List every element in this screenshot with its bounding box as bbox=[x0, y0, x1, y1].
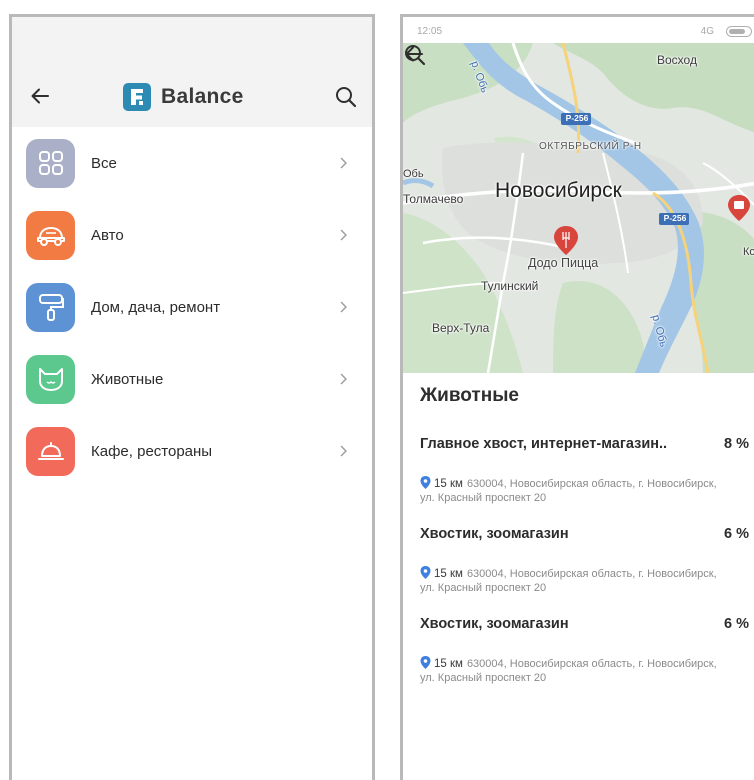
shop-percent: 6 % bbox=[724, 526, 749, 542]
chevron-right-icon bbox=[340, 301, 347, 313]
battery-icon bbox=[726, 26, 752, 37]
shop-percent: 8 % bbox=[724, 436, 749, 452]
brand-logo: Balance bbox=[123, 82, 244, 112]
shop-distance: 15 км bbox=[434, 568, 463, 580]
shop-location: 15 км 630004, Новосибирская область, г. Н… bbox=[420, 566, 720, 595]
shop-address: 630004, Новосибирская область, г. Новоси… bbox=[420, 658, 717, 684]
category-item-cafes[interactable]: Кафе, рестораны bbox=[12, 420, 372, 482]
map-label-oktyabrsky: ОКТЯБРЬСКИЙ Р-Н bbox=[539, 141, 642, 152]
shop-distance: 15 км bbox=[434, 478, 463, 490]
status-network: 4G bbox=[700, 26, 714, 37]
shop-location: 15 км 630004, Новосибирская область, г. Н… bbox=[420, 476, 720, 505]
map-label-ko: Ко bbox=[743, 246, 754, 258]
map-road-shield-top: Р-256 bbox=[565, 113, 589, 123]
brand-f-glyph-icon bbox=[131, 89, 143, 105]
shop-name: Хвостик, зоомагазин bbox=[420, 616, 569, 632]
chevron-right-icon bbox=[340, 373, 347, 385]
categories-screen: Balance Все Авто Дом, дача, ремонт Живот… bbox=[9, 14, 375, 780]
map-label-ob-left: Обь bbox=[403, 168, 424, 180]
status-bar: 12:05 4G bbox=[403, 17, 754, 43]
map-view[interactable]: Восход р. Обь Р-256 Р-256 ОКТЯБРЬСКИЙ Р-… bbox=[403, 43, 754, 373]
category-label: Животные bbox=[91, 370, 164, 388]
chevron-right-icon bbox=[340, 445, 347, 457]
brand-name: Balance bbox=[161, 85, 244, 108]
category-label: Авто bbox=[91, 226, 124, 244]
shop-name: Главное хвост, интернет-магазин.. bbox=[420, 436, 668, 452]
location-pin-icon bbox=[420, 656, 431, 669]
cloche-icon bbox=[26, 426, 75, 476]
grid-icon bbox=[26, 138, 75, 188]
location-pin-icon bbox=[420, 566, 431, 579]
shop-distance: 15 км bbox=[434, 658, 463, 670]
search-icon[interactable] bbox=[403, 43, 427, 67]
map-label-voskhod: Восход bbox=[657, 53, 697, 67]
chevron-right-icon bbox=[340, 229, 347, 241]
shop-location: 15 км 630004, Новосибирская область, г. Н… bbox=[420, 656, 720, 685]
map-label-tolmachevo: Толмачево bbox=[403, 192, 464, 206]
category-label: Кафе, рестораны bbox=[91, 442, 213, 460]
category-item-animals[interactable]: Животные bbox=[12, 348, 372, 410]
back-arrow-icon[interactable] bbox=[29, 85, 51, 107]
map-label-verkh-tula: Верх-Тула bbox=[432, 321, 490, 335]
location-pin-icon bbox=[420, 476, 431, 489]
app-header: Balance bbox=[12, 43, 372, 127]
category-item-auto[interactable]: Авто bbox=[12, 204, 372, 266]
brand-logo-mark bbox=[123, 83, 151, 111]
shop-address: 630004, Новосибирская область, г. Новоси… bbox=[420, 478, 717, 504]
map-road-shield-right: Р-256 bbox=[663, 213, 687, 223]
car-icon bbox=[26, 210, 75, 260]
cat-icon bbox=[26, 354, 75, 404]
map-label-dodo-pizza: Додо Пицца bbox=[528, 256, 599, 270]
map-label-tulinsky: Тулинский bbox=[481, 279, 539, 293]
paint-roller-icon bbox=[26, 282, 75, 332]
shop-percent: 6 % bbox=[724, 616, 749, 632]
category-item-all[interactable]: Все bbox=[12, 132, 372, 194]
section-title: Животные bbox=[420, 385, 519, 406]
status-bar bbox=[12, 17, 372, 43]
search-icon[interactable] bbox=[334, 85, 358, 109]
status-time: 12:05 bbox=[417, 26, 443, 37]
animals-map-screen: 12:05 4G Восход р. Обь Р-256 Р-256 ОКТЯБ… bbox=[400, 14, 754, 780]
shop-name: Хвостик, зоомагазин bbox=[420, 526, 569, 542]
category-item-home[interactable]: Дом, дача, ремонт bbox=[12, 276, 372, 338]
chevron-right-icon bbox=[340, 157, 347, 169]
category-label: Дом, дача, ремонт bbox=[91, 298, 221, 316]
shop-address: 630004, Новосибирская область, г. Новоси… bbox=[420, 568, 717, 594]
category-label: Все bbox=[91, 154, 117, 172]
map-label-novosibirsk: Новосибирск bbox=[495, 179, 622, 202]
